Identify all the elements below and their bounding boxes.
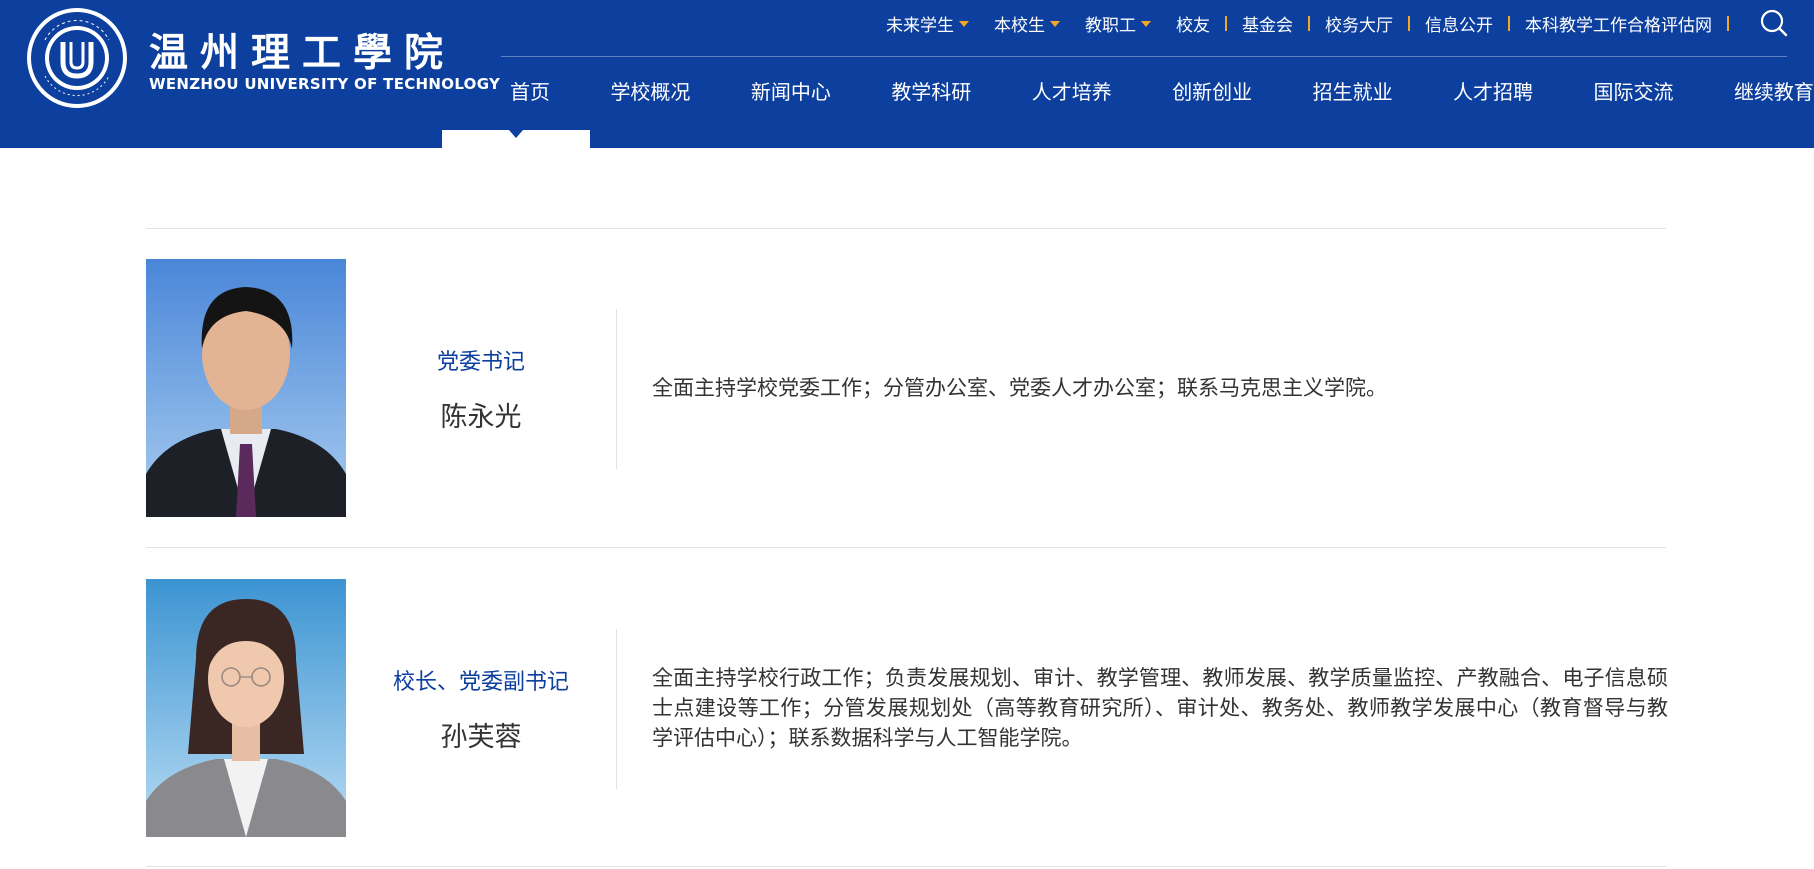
university-seal-icon [27, 8, 127, 108]
leader-photo [146, 579, 346, 837]
indicator-arrow-icon [509, 130, 523, 138]
leader-card: 党委书记 陈永光 全面主持学校党委工作；分管办公室、党委人才办公室；联系马克思主… [146, 259, 1666, 519]
main-nav: 首页 学校概况 新闻中心 教学科研 人才培养 创新创业 招生就业 人才招聘 国际… [510, 74, 1814, 110]
header-divider [501, 56, 1787, 57]
leader-position: 党委书记 [436, 350, 525, 375]
nav-item-home[interactable]: 首页 [510, 74, 550, 110]
top-link-alumni[interactable]: 校友 [1176, 11, 1210, 36]
section-divider [146, 547, 1666, 548]
logo-english-name: WENZHOU UNIVERSITY OF TECHNOLOGY [149, 75, 501, 93]
top-link-separator [1408, 15, 1410, 31]
leader-duties: 全面主持学校党委工作；分管办公室、党委人才办公室；联系马克思主义学院。 [652, 259, 1668, 517]
leader-position: 校长、党委副书记 [392, 670, 569, 695]
top-link-foundation[interactable]: 基金会 [1242, 11, 1293, 36]
nav-item-about[interactable]: 学校概况 [610, 74, 690, 110]
nav-item-recruitment[interactable]: 人才招聘 [1453, 74, 1533, 110]
site-header: 温州理工學院 WENZHOU UNIVERSITY OF TECHNOLOGY … [0, 0, 1814, 148]
nav-item-international[interactable]: 国际交流 [1594, 74, 1674, 110]
portrait-image [146, 259, 346, 517]
leader-card: 校长、党委副书记 孙芙蓉 全面主持学校行政工作；负责发展规划、审计、教学管理、教… [146, 579, 1668, 839]
logo[interactable]: 温州理工學院 WENZHOU UNIVERSITY OF TECHNOLOGY [25, 6, 500, 112]
top-link-future-students[interactable]: 未来学生 [886, 11, 969, 36]
top-link-staff[interactable]: 教职工 [1085, 11, 1151, 36]
search-icon[interactable] [1759, 8, 1789, 38]
nav-item-innovation[interactable]: 创新创业 [1172, 74, 1252, 110]
dropdown-caret-icon [959, 21, 969, 27]
nav-item-teaching-research[interactable]: 教学科研 [891, 74, 971, 110]
top-links: 未来学生 本校生 教职工 校友 基金会 校务大厅 信息公开 本科教学工作合格评估… [886, 10, 1744, 36]
leader-duties-text: 全面主持学校党委工作；分管办公室、党委人才办公室；联系马克思主义学院。 [652, 376, 1387, 400]
nav-item-talent-training[interactable]: 人才培养 [1032, 74, 1112, 110]
nav-item-continuing-education[interactable]: 继续教育 [1734, 74, 1814, 110]
portrait-image [146, 579, 346, 837]
top-link-info-disclosure[interactable]: 信息公开 [1425, 11, 1493, 36]
nav-item-news[interactable]: 新闻中心 [751, 74, 831, 110]
dropdown-caret-icon [1050, 21, 1060, 27]
top-link-separator [1508, 15, 1510, 31]
leader-name-block: 党委书记 陈永光 [346, 259, 616, 517]
top-link-assessment[interactable]: 本科教学工作合格评估网 [1525, 11, 1712, 36]
section-divider [146, 228, 1666, 229]
nav-active-indicator [442, 130, 590, 148]
top-link-service-hall[interactable]: 校务大厅 [1325, 11, 1393, 36]
leader-photo [146, 259, 346, 517]
section-divider [146, 866, 1666, 867]
leader-duties-text: 全面主持学校行政工作；负责发展规划、审计、教学管理、教师发展、教学质量监控、产教… [652, 666, 1668, 750]
vertical-divider [616, 309, 617, 469]
leader-name: 孙芙蓉 [440, 722, 522, 753]
top-link-current-students[interactable]: 本校生 [994, 11, 1060, 36]
nav-item-admissions[interactable]: 招生就业 [1313, 74, 1393, 110]
top-link-separator [1225, 15, 1227, 31]
leader-duties: 全面主持学校行政工作；负责发展规划、审计、教学管理、教师发展、教学质量监控、产教… [652, 579, 1668, 837]
vertical-divider [616, 629, 617, 789]
top-link-separator [1727, 15, 1729, 31]
logo-chinese-name: 温州理工學院 [149, 30, 456, 76]
dropdown-caret-icon [1141, 21, 1151, 27]
leader-name: 陈永光 [440, 402, 522, 433]
top-link-separator [1308, 15, 1310, 31]
leader-name-block: 校长、党委副书记 孙芙蓉 [346, 579, 616, 837]
